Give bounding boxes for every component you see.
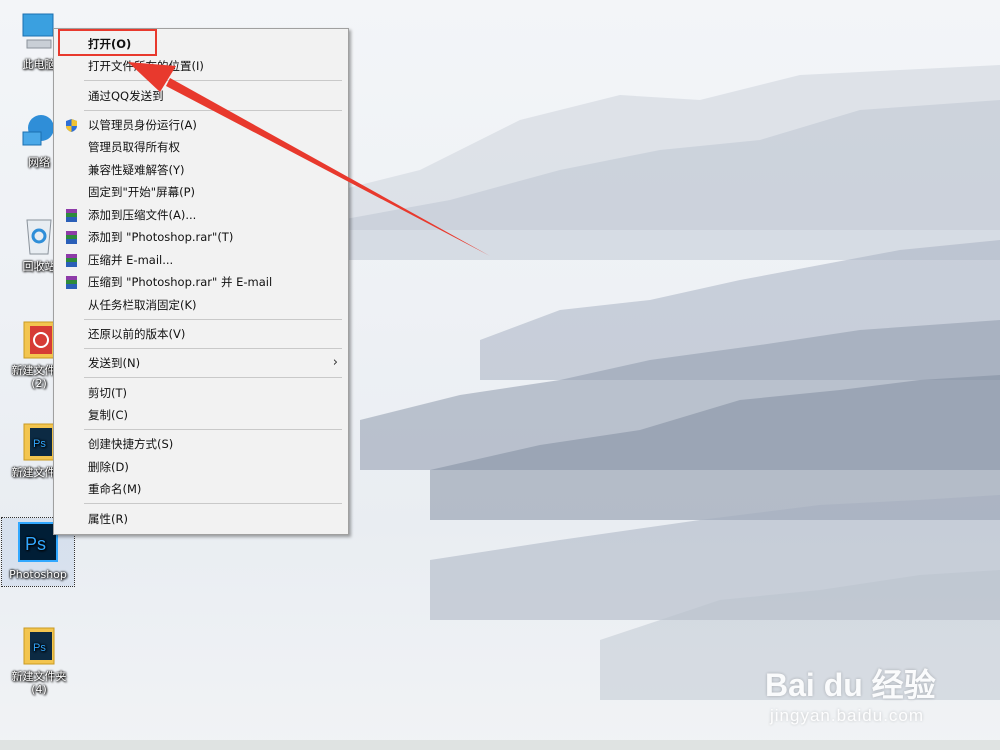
watermark-url: jingyan.baidu.com xyxy=(770,706,925,725)
red-arrow-icon xyxy=(128,62,490,256)
desktop[interactable]: 此电脑 网络 回收站 新建文件夹 (2) Ps 新建文件夹 Ps Photosh… xyxy=(0,0,1000,750)
baidu-jingyan-watermark: Bai du 经验 xyxy=(765,667,936,703)
